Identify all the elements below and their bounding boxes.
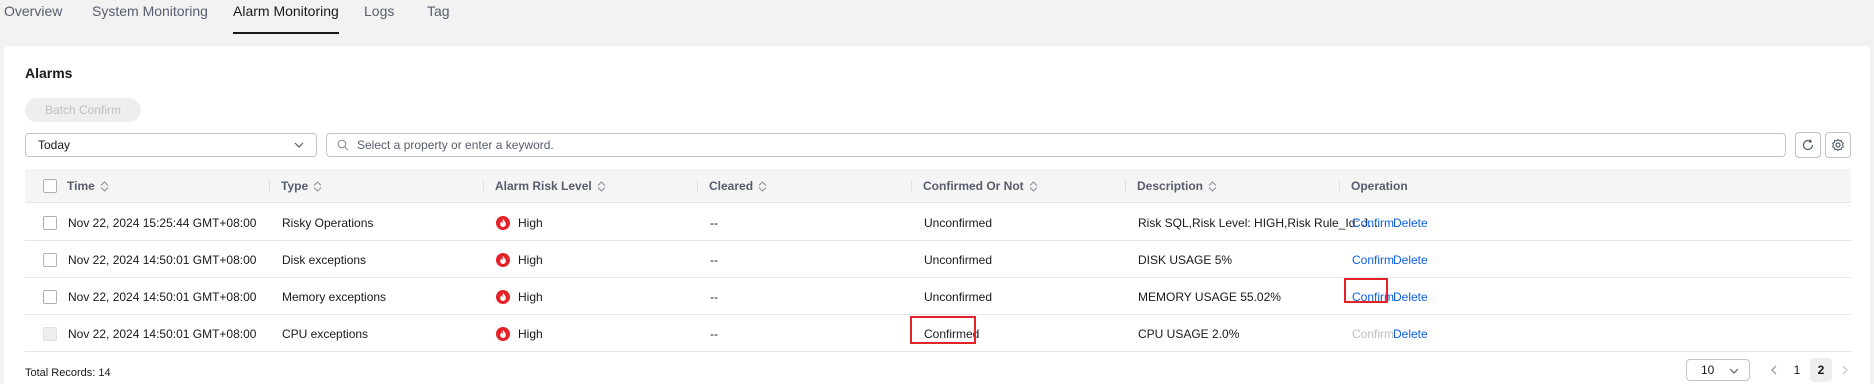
monitoring-tabs: Overview System Monitoring Alarm Monitor… [0, 0, 1874, 34]
prev-page-button[interactable] [1763, 358, 1785, 382]
table-row: Nov 22, 2024 15:25:44 GMT+08:00 Risky Op… [25, 204, 1851, 241]
tab-overview[interactable]: Overview [4, 3, 62, 31]
row-checkbox[interactable] [43, 253, 57, 267]
column-time[interactable]: Time [67, 169, 109, 203]
confirm-link[interactable]: Confirm [1352, 204, 1394, 241]
table-row: Nov 22, 2024 14:50:01 GMT+08:00 Memory e… [25, 278, 1851, 315]
chevron-down-icon [1729, 368, 1739, 374]
type-cell: Disk exceptions [282, 252, 367, 267]
search-icon [337, 139, 349, 151]
description-cell: CPU USAGE 2.0% [1138, 326, 1240, 341]
time-cell: Nov 22, 2024 14:50:01 GMT+08:00 [68, 326, 257, 341]
sort-icon [100, 180, 109, 192]
column-alarm-risk-level[interactable]: Alarm Risk Level [483, 169, 606, 203]
delete-link[interactable]: Delete [1393, 315, 1428, 352]
type-cell: Risky Operations [282, 215, 374, 230]
risk-cell: High [496, 315, 543, 352]
confirm-link[interactable]: Confirm [1352, 278, 1394, 315]
sort-icon [758, 180, 767, 192]
confirmed-cell: Unconfirmed [924, 252, 993, 267]
cleared-cell: -- [710, 289, 718, 304]
page-button-2[interactable]: 2 [1810, 358, 1832, 382]
high-risk-icon [496, 215, 510, 230]
column-cleared[interactable]: Cleared [697, 169, 767, 203]
batch-confirm-button[interactable]: Batch Confirm [25, 98, 141, 122]
chevron-left-icon [1771, 365, 1777, 375]
type-cell: CPU exceptions [282, 326, 369, 341]
settings-icon [1831, 138, 1845, 152]
card-title: Alarms [25, 65, 73, 81]
description-cell: MEMORY USAGE 55.02% [1138, 289, 1281, 304]
time-filter-value: Today [38, 138, 71, 152]
next-page-button[interactable] [1834, 358, 1856, 382]
risk-cell: High [496, 241, 543, 278]
confirmed-cell: Confirmed [924, 326, 980, 341]
high-risk-icon [496, 326, 510, 341]
confirmed-cell: Unconfirmed [924, 289, 993, 304]
row-checkbox[interactable] [43, 327, 57, 341]
tab-alarm-monitoring[interactable]: Alarm Monitoring [233, 3, 339, 34]
page-size-value: 10 [1701, 363, 1715, 377]
type-cell: Memory exceptions [282, 289, 387, 304]
row-checkbox[interactable] [43, 290, 57, 304]
refresh-icon [1802, 139, 1814, 151]
column-type[interactable]: Type [269, 169, 322, 203]
time-cell: Nov 22, 2024 14:50:01 GMT+08:00 [68, 289, 257, 304]
sort-icon [1029, 180, 1038, 192]
description-cell: DISK USAGE 5% [1138, 252, 1233, 267]
confirm-link[interactable]: Confirm [1352, 241, 1394, 278]
settings-button[interactable] [1825, 132, 1851, 158]
refresh-button[interactable] [1795, 132, 1821, 158]
confirm-link[interactable]: Confirm [1352, 315, 1394, 352]
sort-icon [1208, 180, 1217, 192]
tab-tag[interactable]: Tag [427, 3, 450, 31]
sort-icon [313, 180, 322, 192]
description-cell: Risk SQL,Risk Level: HIGH,Risk Rule_Id: … [1138, 215, 1379, 230]
high-risk-icon [496, 289, 510, 304]
cleared-cell: -- [710, 326, 718, 341]
cleared-cell: -- [710, 252, 718, 267]
chevron-right-icon [1842, 365, 1848, 375]
delete-link[interactable]: Delete [1393, 278, 1428, 315]
time-cell: Nov 22, 2024 15:25:44 GMT+08:00 [68, 215, 257, 230]
delete-link[interactable]: Delete [1393, 204, 1428, 241]
total-records: Total Records: 14 [25, 367, 111, 379]
sort-icon [597, 180, 606, 192]
page-size-select[interactable]: 10 [1686, 359, 1750, 381]
search-box[interactable] [326, 133, 1786, 157]
tab-system-monitoring[interactable]: System Monitoring [92, 3, 208, 31]
row-checkbox[interactable] [43, 216, 57, 230]
risk-cell: High [496, 278, 543, 315]
chevron-down-icon [294, 142, 304, 148]
risk-cell: High [496, 204, 543, 241]
search-input[interactable] [357, 138, 1757, 152]
column-confirmed-or-not[interactable]: Confirmed Or Not [911, 169, 1038, 203]
delete-link[interactable]: Delete [1393, 241, 1428, 278]
page-button-1[interactable]: 1 [1786, 358, 1808, 382]
tab-logs[interactable]: Logs [364, 3, 394, 31]
column-description[interactable]: Description [1125, 169, 1217, 203]
high-risk-icon [496, 252, 510, 267]
alarms-card: Alarms Batch Confirm Today Time Type Ala… [4, 46, 1870, 384]
time-cell: Nov 22, 2024 14:50:01 GMT+08:00 [68, 252, 257, 267]
select-all-checkbox[interactable] [43, 179, 57, 193]
table-row: Nov 22, 2024 14:50:01 GMT+08:00 CPU exce… [25, 315, 1851, 352]
column-operation: Operation [1339, 169, 1408, 203]
table-header: Time Type Alarm Risk Level Cleared Confi… [25, 169, 1851, 203]
time-filter-select[interactable]: Today [25, 133, 317, 157]
confirmed-cell: Unconfirmed [924, 215, 993, 230]
cleared-cell: -- [710, 215, 718, 230]
table-row: Nov 22, 2024 14:50:01 GMT+08:00 Disk exc… [25, 241, 1851, 278]
